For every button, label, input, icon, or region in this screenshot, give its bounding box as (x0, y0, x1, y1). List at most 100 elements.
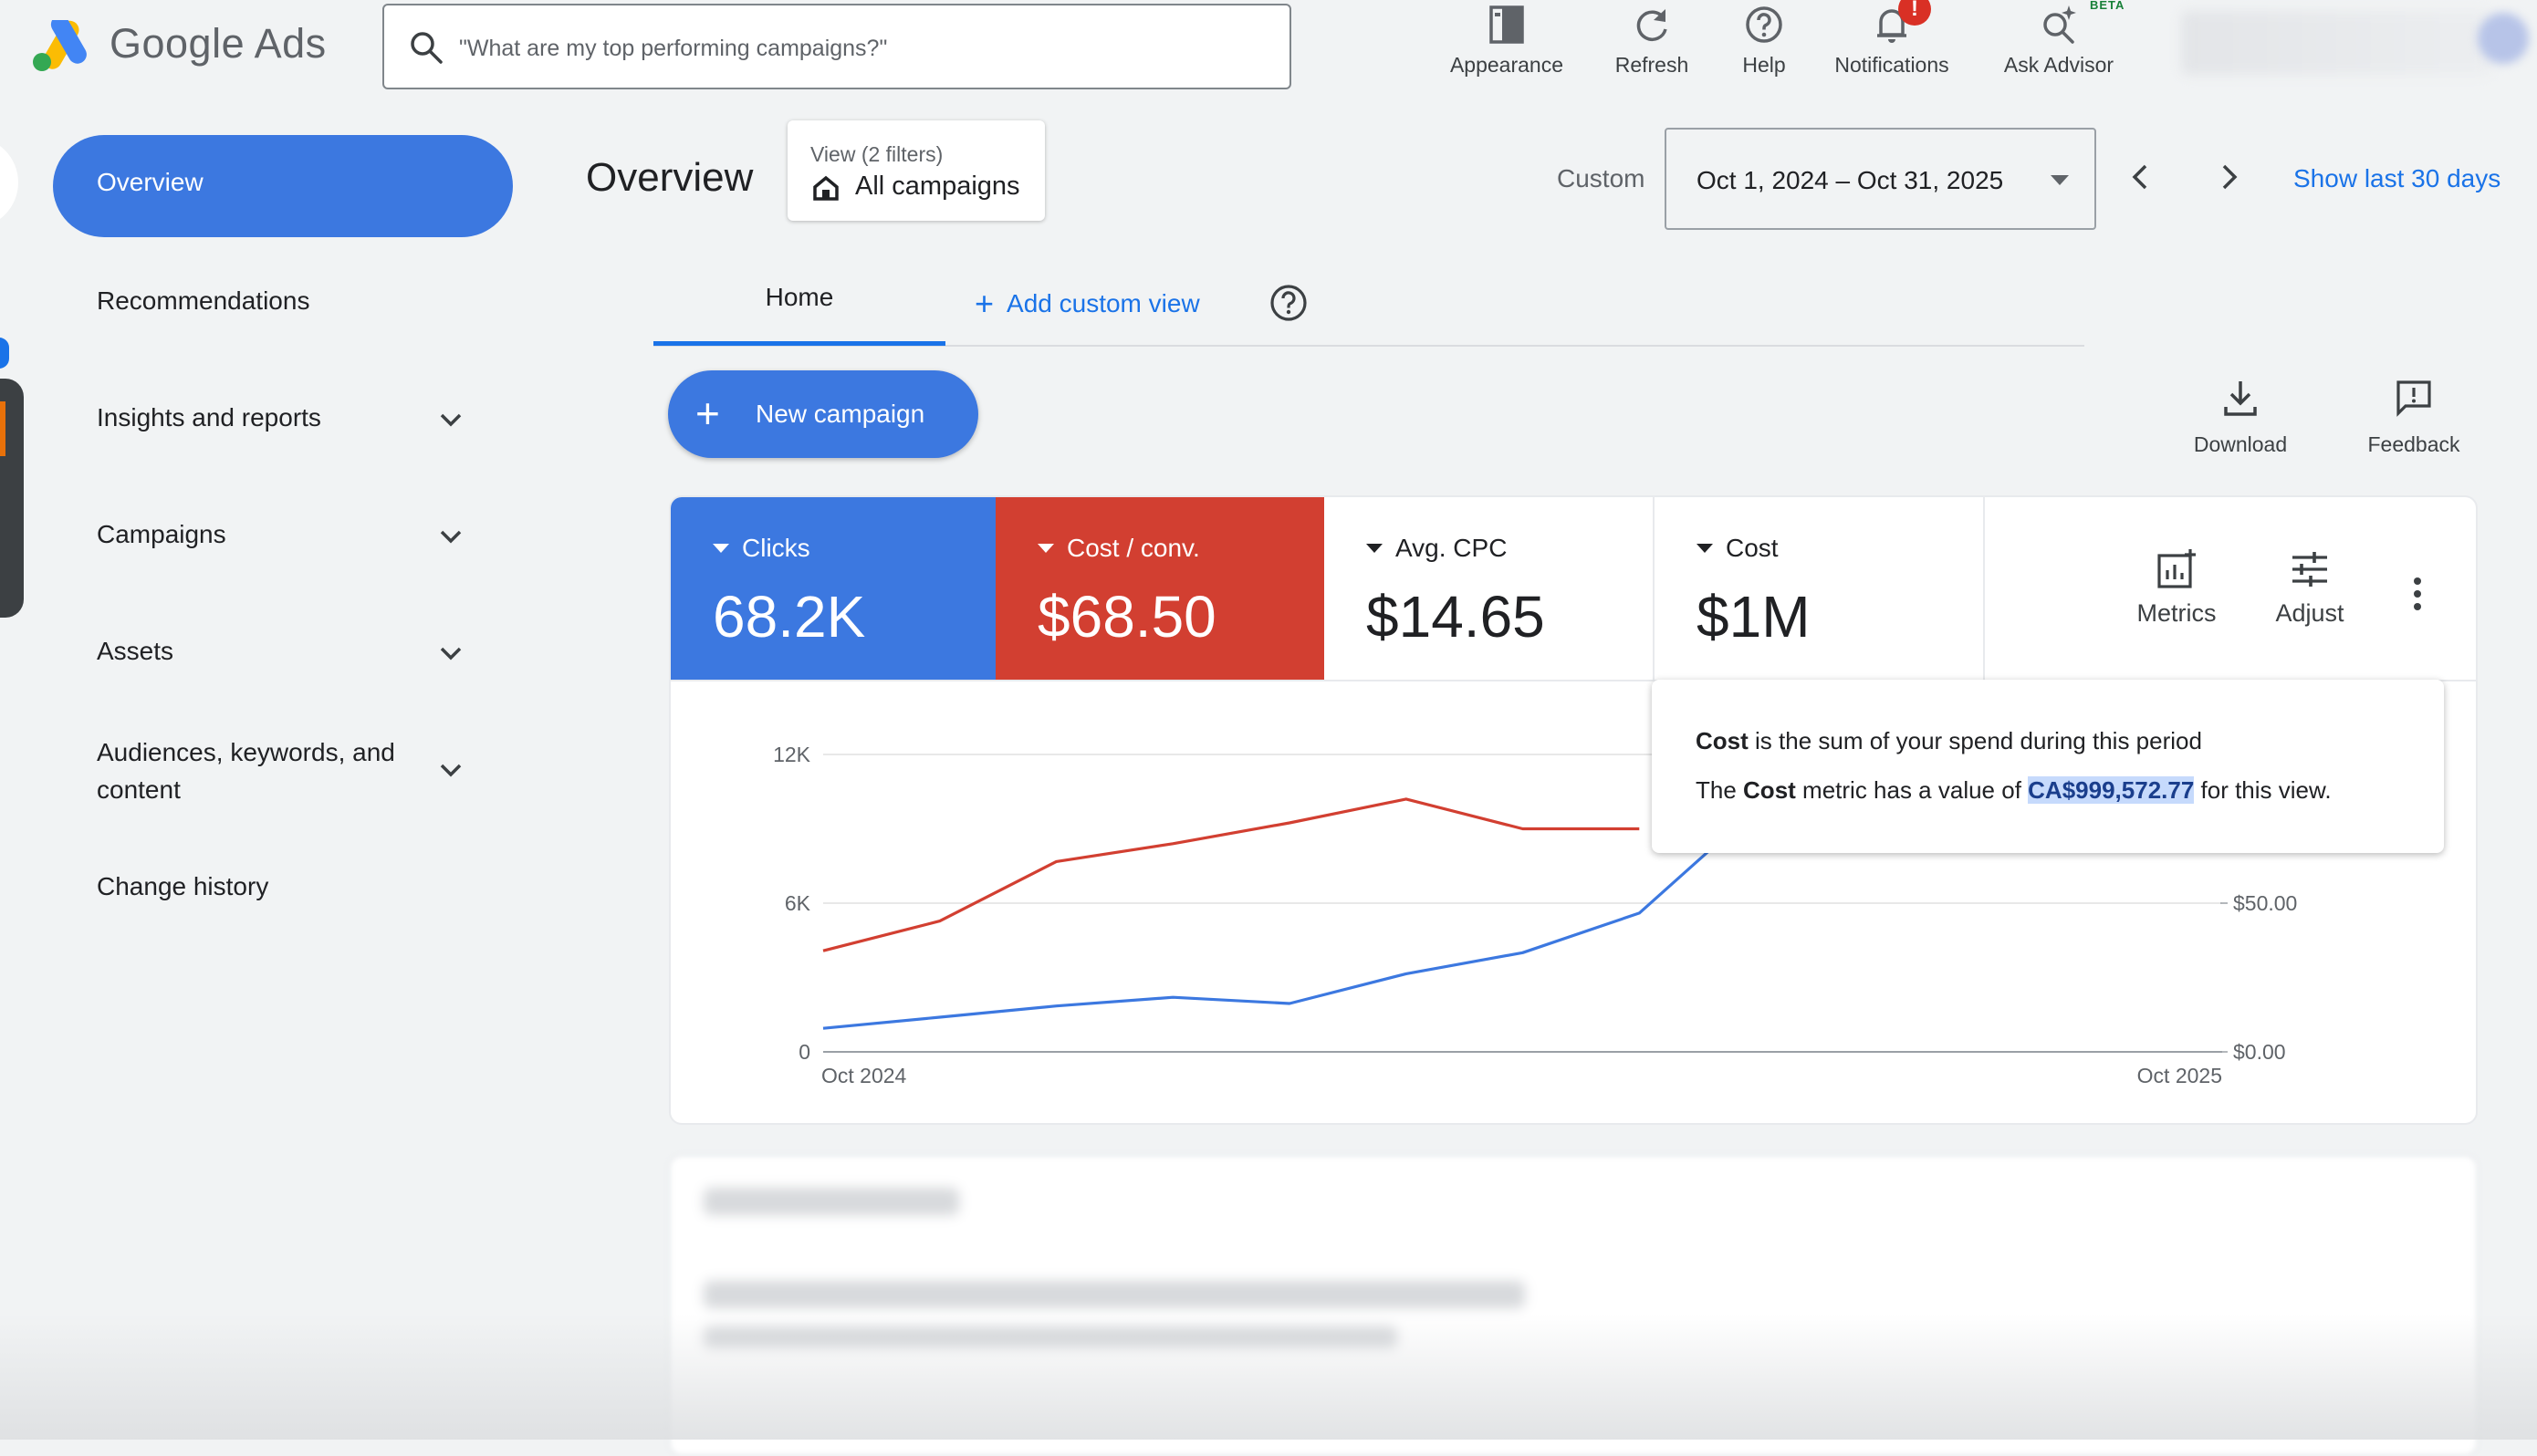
notifications-button[interactable]: Notifications (1819, 0, 1965, 78)
tooltip-bold-term: Cost (1696, 727, 1749, 754)
notifications-label: Notifications (1834, 53, 1949, 77)
sidebar-item-overview[interactable]: Overview (53, 135, 513, 237)
sidebar-item-label: Insights and reports (97, 403, 321, 432)
view-selector[interactable]: View (2 filters) All campaigns (788, 120, 1045, 221)
help-icon (1746, 6, 1782, 43)
show-last-30-days-link[interactable]: Show last 30 days (2293, 164, 2500, 193)
appearance-button[interactable]: Appearance (1434, 0, 1580, 78)
blurred-text (704, 1281, 1525, 1308)
beta-badge: BETA (2090, 0, 2125, 12)
more-vert-icon[interactable] (2412, 576, 2423, 612)
series-line-cost-conv (822, 797, 1640, 952)
sidebar-item-audiences-keywords-content[interactable]: Audiences, keywords, and content (97, 733, 444, 808)
metric-value: $1M (1697, 584, 1811, 650)
tooltip-line-2: The Cost metric has a value of CA$999,57… (1696, 776, 2332, 805)
metric-value: 68.2K (713, 584, 866, 650)
sidebar-item-recommendations[interactable]: Recommendations (97, 286, 309, 316)
download-button[interactable]: Download (2172, 378, 2309, 457)
chevron-down-icon[interactable] (433, 752, 469, 788)
adjust-label: Adjust (2275, 599, 2344, 627)
metric-name-text: Avg. CPC (1395, 534, 1508, 562)
tooltip-line-1: Cost is the sum of your spend during thi… (1696, 727, 2202, 755)
side-panel-edge (0, 137, 18, 228)
side-rail-accent (0, 401, 5, 456)
metric-name: Avg. CPC (1366, 534, 1507, 563)
metrics-button[interactable]: Metrics (2122, 548, 2231, 628)
home-icon (813, 175, 839, 201)
account-info[interactable] (2181, 11, 2491, 75)
add-custom-view-button[interactable]: + Add custom view (975, 285, 1200, 323)
adjust-button[interactable]: Adjust (2255, 548, 2365, 628)
series-line-clicks (822, 807, 1758, 1030)
avatar[interactable] (2478, 13, 2529, 64)
view-value: All campaigns (855, 172, 1020, 201)
search-placeholder: "What are my top performing campaigns?" (459, 36, 888, 61)
dropdown-triangle-icon (713, 544, 729, 553)
metrics-chart-icon (2157, 549, 2196, 588)
sidebar-item-label: Audiences, keywords, and content (97, 738, 395, 804)
y-tick-label-left: 6K (785, 891, 811, 915)
page-title: Overview (586, 155, 754, 200)
new-campaign-button[interactable]: + New campaign (668, 370, 978, 458)
tooltip-text: metric has a value of (1795, 776, 2029, 804)
dropdown-caret-icon (2051, 175, 2069, 185)
appearance-label: Appearance (1449, 53, 1564, 77)
date-range-picker[interactable]: Oct 1, 2024 – Oct 31, 2025 (1665, 128, 2096, 230)
sidebar-item-assets[interactable]: Assets (97, 637, 173, 666)
side-panel-indicator (0, 338, 9, 369)
x-tick-label: Oct 2024 (821, 1064, 907, 1087)
search-icon (411, 32, 443, 64)
ask-advisor-label: Ask Advisor (2003, 53, 2114, 77)
metric-tile-avg-cpc[interactable]: Avg. CPC $14.65 (1324, 497, 1653, 681)
metric-name-text: Cost (1726, 534, 1779, 562)
feedback-button[interactable]: Feedback (2345, 378, 2482, 457)
sidebar-item-change-history[interactable]: Change history (97, 872, 268, 901)
help-circle-icon[interactable] (1268, 283, 1309, 323)
google-ads-logo (33, 20, 87, 71)
date-range-value: Oct 1, 2024 – Oct 31, 2025 (1697, 166, 2004, 194)
metric-name: Clicks (713, 534, 810, 563)
tab-home-label: Home (765, 283, 834, 311)
tile-divider (1983, 497, 1985, 681)
dropdown-triangle-icon (1697, 544, 1713, 553)
sidebar-item-insights-and-reports[interactable]: Insights and reports (97, 403, 321, 432)
tooltip-text: The (1696, 776, 1744, 804)
metric-tile-cost[interactable]: Cost $1M (1655, 497, 1983, 681)
sidebar-item-label: Overview (97, 168, 204, 196)
tab-home[interactable]: Home (653, 283, 945, 347)
download-icon (2224, 381, 2257, 416)
search-input[interactable]: "What are my top performing campaigns?" (382, 4, 1291, 89)
tooltip-text: is the sum of your spend during this per… (1748, 727, 2202, 754)
metric-value: $14.65 (1366, 584, 1545, 650)
y-tick-label-left: 12K (773, 743, 811, 766)
cost-tooltip: Cost is the sum of your spend during thi… (1652, 680, 2444, 853)
sidebar-item-label: Recommendations (97, 286, 310, 315)
feedback-icon (2396, 380, 2431, 417)
chevron-down-icon[interactable] (433, 518, 469, 555)
help-label: Help (1742, 53, 1786, 77)
new-campaign-label: New campaign (756, 400, 925, 428)
y-tick-label-right: $50.00 (2233, 891, 2297, 915)
metric-tile-cost-per-conv[interactable]: Cost / conv. $68.50 (996, 497, 1324, 681)
metric-name: Cost (1697, 534, 1779, 563)
tooltip-highlighted-value[interactable]: CA$999,572.77 (2028, 776, 2195, 804)
date-mode-label: Custom (1557, 164, 1645, 192)
tune-sliders-icon (2292, 552, 2327, 587)
tooltip-bold-term: Cost (1743, 776, 1796, 804)
chevron-right-icon[interactable] (2210, 159, 2247, 195)
chevron-down-icon[interactable] (433, 635, 469, 671)
plus-icon: + (695, 390, 720, 437)
help-button[interactable]: Help (1691, 0, 1837, 78)
app-name: Google Ads (110, 20, 327, 67)
tooltip-text: for this view. (2194, 776, 2332, 804)
sidebar-item-campaigns[interactable]: Campaigns (97, 520, 226, 549)
chevron-left-icon[interactable] (2123, 159, 2159, 195)
add-custom-view-label: Add custom view (1007, 289, 1200, 317)
download-label: Download (2193, 432, 2288, 456)
plus-icon: + (975, 285, 995, 322)
metric-tile-clicks[interactable]: Clicks 68.2K (671, 497, 996, 681)
metric-value: $68.50 (1038, 584, 1216, 650)
appearance-icon (1489, 5, 1524, 44)
chevron-down-icon[interactable] (433, 401, 469, 438)
y-tick-label-right: $0.00 (2233, 1040, 2286, 1064)
